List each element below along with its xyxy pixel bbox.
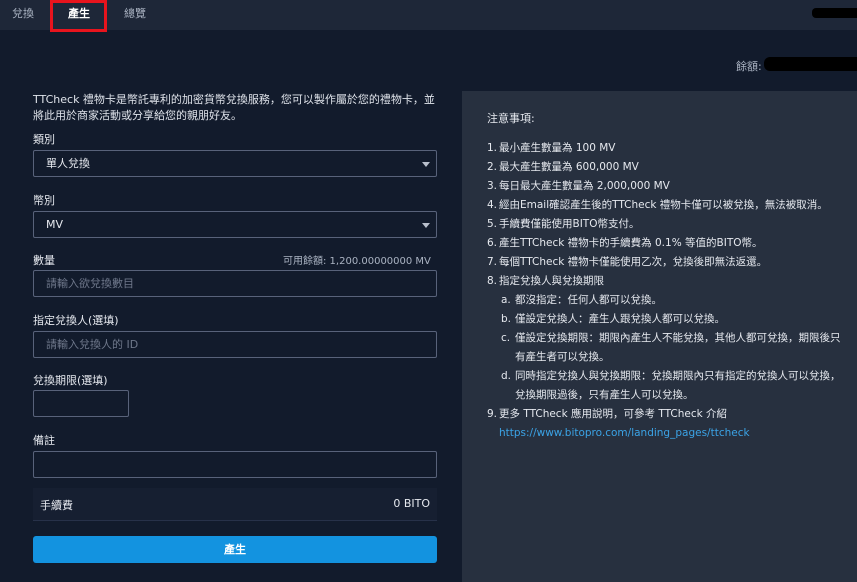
category-select[interactable]: 單人兌換 [33,150,437,177]
recipient-label: 指定兌換人(選填) [33,314,119,327]
active-tab-highlight [50,0,107,32]
note-item: 8. 指定兌換人與兌換期限 [487,275,604,287]
currency-value: MV [46,218,64,231]
tab-redeem[interactable]: 兌換 [12,0,34,30]
notes-panel: 注意事項: 1. 最小產生數量為 100 MV 2. 最大產生數量為 600,000… [462,91,857,582]
intro-text: TTCheck 禮物卡是幣託專利的加密貨幣兌換服務，您可以製作屬於您的禮物卡，並… [33,93,435,122]
amount-placeholder: 請輸入欲兌換數目 [46,277,134,290]
ttcheck-link[interactable]: https://www.bitopro.com/landing_pages/tt… [487,424,842,443]
note-item: 5. 手續費僅能使用BITO幣支付。 [487,218,640,230]
note-sub-item: b. 僅設定兌換人：產生人跟兌換人都可以兌換。 [501,313,725,325]
note-item: 4. 經由Email確認產生後的TTCheck 禮物卡僅可以被兌換，無法被取消。 [487,199,828,211]
note-sub-item: c. 僅設定兌換期限：期限內產生人不能兌換，其他人都可兌換，期限後只有產生者可以兌… [501,332,841,363]
notes-list: 1. 最小產生數量為 100 MV 2. 最大產生數量為 600,000 MV 3.… [487,139,842,443]
memo-label: 備註 [33,434,55,447]
fee-row: 手續費 0 BITO [33,488,437,521]
category-value: 單人兌換 [46,157,90,170]
fee-value: 0 BITO [393,497,430,510]
tab-overview[interactable]: 總覽 [124,0,146,30]
currency-select[interactable]: MV [33,211,437,238]
recipient-placeholder: 請輸入兌換人的 ID [46,338,139,351]
note-item: 2. 最大產生數量為 600,000 MV [487,161,639,173]
notes-title: 注意事項: [487,112,535,125]
redacted-account [812,8,857,18]
deadline-input[interactable] [33,390,129,417]
note-item: 9. 更多 TTCheck 應用說明，可參考 TTCheck 介紹 [487,408,728,420]
note-item: 6. 產生TTCheck 禮物卡的手續費為 0.1% 等值的BITO幣。 [487,237,763,249]
balance-label: 餘額: [736,60,762,73]
available-balance: 可用餘額: 1,200.00000000 MV [283,256,431,267]
memo-input[interactable] [33,451,437,478]
deadline-label: 兌換期限(選填) [33,374,108,387]
generate-button[interactable]: 產生 [33,536,437,563]
fee-label: 手續費 [40,499,73,512]
amount-input[interactable]: 請輸入欲兌換數目 [33,270,437,297]
top-nav: 兌換 產生 總覽 [0,0,857,32]
note-sub-item: d. 同時指定兌換人與兌換期限：兌換期限內只有指定的兌換人可以兌換，兌換期限過後，… [501,370,841,401]
note-item: 1. 最小產生數量為 100 MV [487,142,616,154]
note-sub-item: a. 都沒指定：任何人都可以兌換。 [501,294,662,306]
amount-label: 數量 [33,254,55,267]
note-item: 7. 每個TTCheck 禮物卡僅能使用乙次，兌換後即無法返還。 [487,256,768,268]
recipient-input[interactable]: 請輸入兌換人的 ID [33,331,437,358]
currency-label: 幣別 [33,194,55,207]
category-label: 類別 [33,133,55,146]
redacted-balance [764,57,857,71]
note-item: 3. 每日最大產生數量為 2,000,000 MV [487,180,670,192]
